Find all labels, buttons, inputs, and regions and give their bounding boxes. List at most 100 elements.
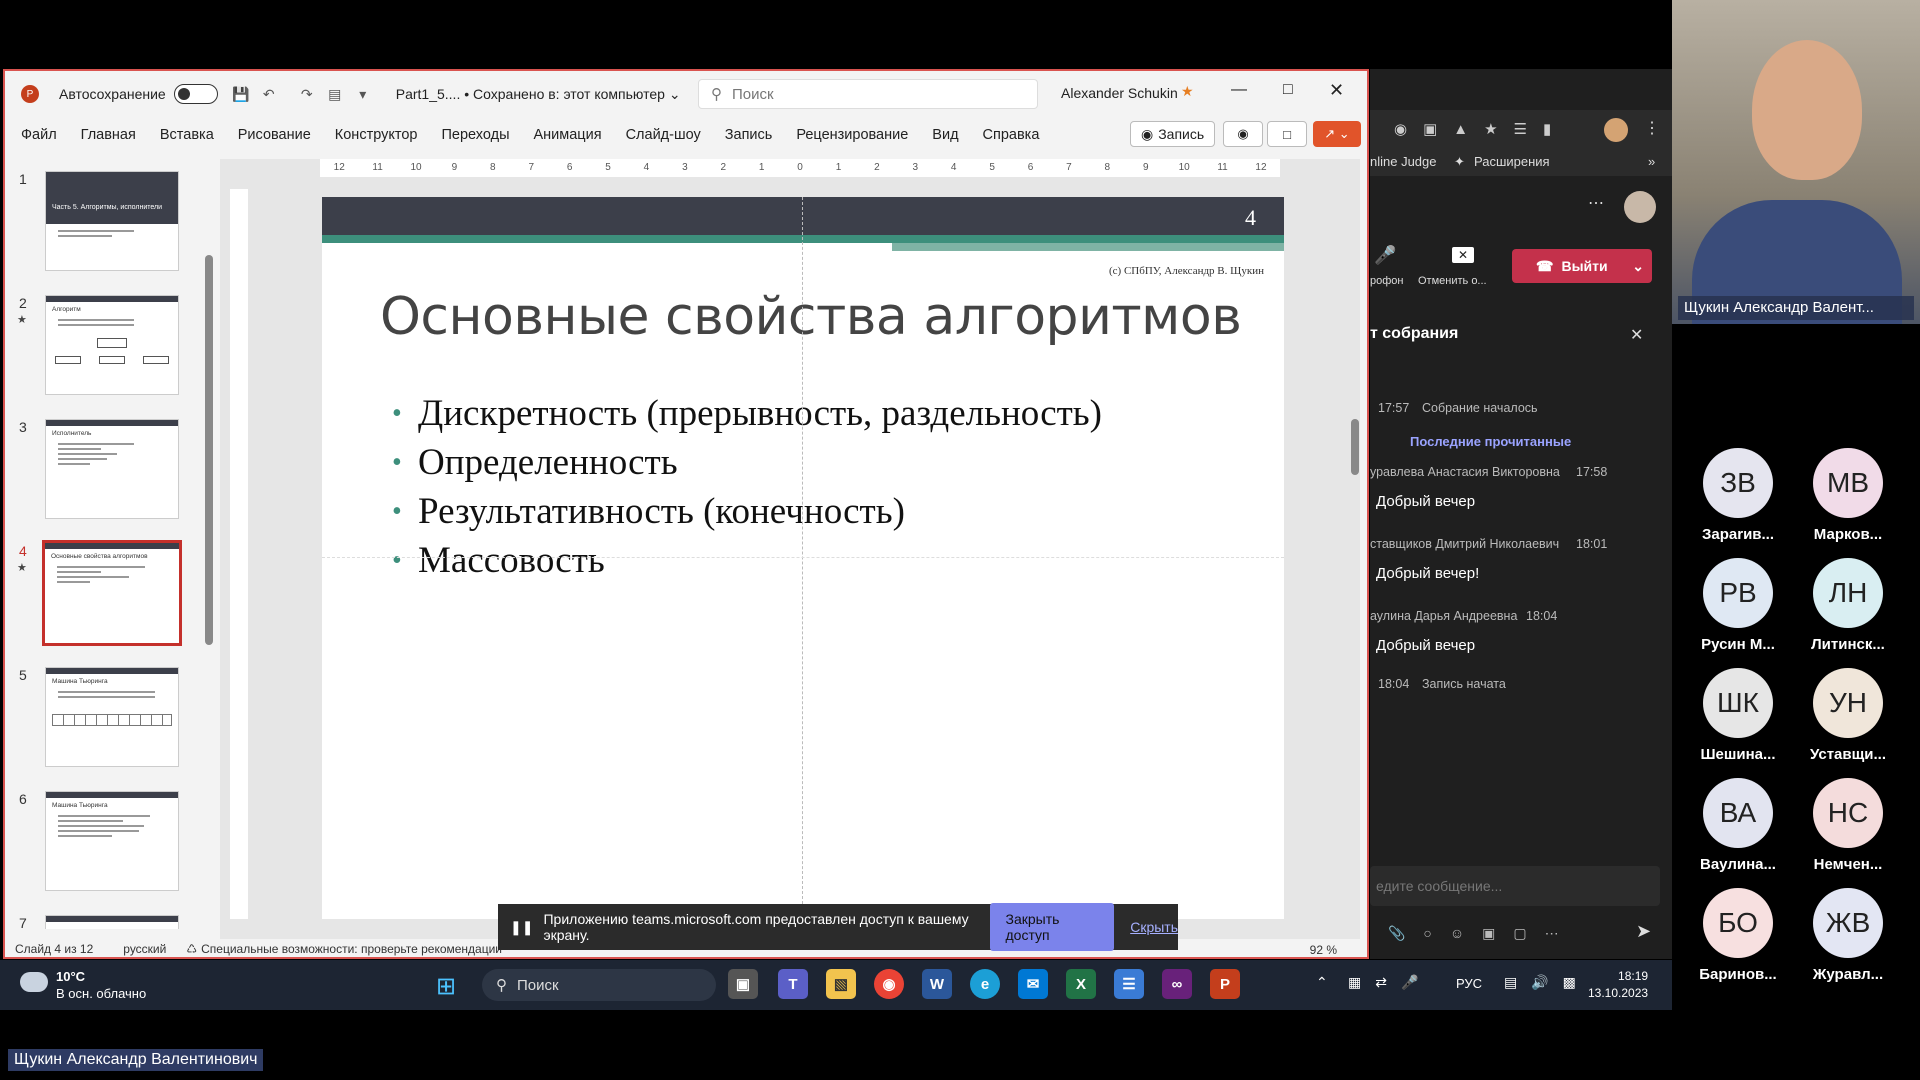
thumbnail-scrollbar[interactable] (205, 255, 213, 645)
maximize-icon[interactable]: □ (1283, 81, 1293, 99)
notepad-icon[interactable]: ☰ (1114, 969, 1144, 999)
share-button[interactable]: ↗ ⌄ (1313, 121, 1361, 147)
participant-tile[interactable]: ВА Ваулина... (1676, 778, 1786, 888)
language-status[interactable]: русский (123, 942, 166, 956)
profile-avatar[interactable] (1604, 118, 1628, 142)
participant-tile[interactable]: ЛН Литинск... (1786, 558, 1896, 668)
user-name[interactable]: Alexander Schukin (1061, 85, 1178, 101)
camera-button[interactable]: ◉ (1223, 121, 1263, 147)
tab-record[interactable]: Запись (713, 127, 785, 143)
task-view-icon[interactable]: ▣ (728, 969, 758, 999)
thumbnail-row[interactable]: 3 Исполнитель (5, 419, 205, 529)
accessibility-status[interactable]: Специальные возможности: проверьте реком… (201, 942, 502, 956)
slide-thumbnail[interactable]: Часть 5. Алгоритмы, исполнители (45, 171, 179, 271)
participant-tile[interactable]: БО Баринов... (1676, 888, 1786, 998)
tray-chevron-icon[interactable]: ⌃ (1316, 974, 1328, 991)
thumbnail-row[interactable]: 5 Машина Тьюринга (5, 667, 205, 777)
current-slide[interactable]: 4 (с) СПбПУ, Александр В. Щукин Основные… (322, 197, 1284, 919)
tab-transitions[interactable]: Переходы (429, 127, 521, 143)
bookmark-online-judge[interactable]: nline Judge (1370, 154, 1437, 169)
slide-thumbnail-selected[interactable]: Основные свойства алгоритмов (42, 540, 182, 646)
tab-design[interactable]: Конструктор (323, 127, 430, 143)
slide-thumbnail[interactable]: Алгоритм (45, 295, 179, 395)
bookmarks-more-icon[interactable]: » (1648, 154, 1655, 169)
clock[interactable]: 18:19 13.10.2023 (1588, 968, 1648, 1002)
chevron-down-icon[interactable]: ⌄ (1632, 258, 1644, 275)
more-options-icon[interactable]: ⋯ (1588, 193, 1604, 213)
tab-slideshow[interactable]: Слайд-шоу (614, 127, 713, 143)
leave-button[interactable]: ☎ Выйти ⌄ (1512, 249, 1652, 283)
teams-icon[interactable]: T (778, 969, 808, 999)
thumbnail-row[interactable]: 7 (5, 915, 205, 929)
tab-review[interactable]: Рецензирование (784, 127, 920, 143)
participant-tile[interactable]: УН Уставщи... (1786, 668, 1896, 778)
participant-tile[interactable]: ЗВ Заparив... (1676, 448, 1786, 558)
network-volume-icons[interactable]: ▤🔊▩ (1504, 974, 1590, 991)
slide-thumbnail[interactable] (45, 915, 179, 929)
send-icon[interactable]: ➤ (1636, 921, 1651, 942)
excel-icon[interactable]: X (1066, 969, 1096, 999)
weather-widget[interactable]: 10°C В осн. облачно (56, 968, 146, 1002)
redo-icon[interactable]: ↷ (298, 85, 316, 103)
minimize-icon[interactable]: — (1231, 81, 1247, 99)
input-language[interactable]: РУС (1456, 976, 1482, 991)
taskbar-search[interactable]: ⚲ Поиск (482, 969, 716, 1001)
present-icon[interactable]: ▤ (326, 85, 344, 103)
edge-icon[interactable]: e (970, 969, 1000, 999)
scrollbar-thumb[interactable] (1351, 419, 1359, 475)
slide-thumbnail[interactable]: Машина Тьюринга (45, 667, 179, 767)
tab-home[interactable]: Главная (69, 127, 148, 143)
editor-scrollbar[interactable] (1348, 159, 1362, 919)
tab-animations[interactable]: Анимация (522, 127, 614, 143)
thumbnail-row[interactable]: 1 Часть 5. Алгоритмы, исполнители (5, 171, 205, 281)
undo-icon[interactable]: ↶ (260, 85, 278, 103)
tab-view[interactable]: Вид (920, 127, 970, 143)
search-input[interactable]: ⚲ Поиск (698, 79, 1038, 109)
windows-start-icon[interactable]: ⊞ (436, 972, 456, 1001)
slide-thumbnail[interactable]: Машина Тьюринга (45, 791, 179, 891)
customize-toolbar-icon[interactable]: ▾ (354, 85, 372, 103)
thumbnail-row-selected[interactable]: 4 ★ Основные свойства алгоритмов (5, 540, 205, 653)
thumbnail-row[interactable]: 2 ★ Алгоритм (5, 295, 205, 405)
presenter-video[interactable]: Щукин Александр Валент... (1672, 0, 1920, 324)
browser-menu-icon[interactable]: ⋮ (1644, 118, 1660, 138)
visual-studio-icon[interactable]: ∞ (1162, 969, 1192, 999)
zoom-level[interactable]: 92 % (1310, 943, 1337, 957)
chat-message-input[interactable]: едите сообщение... (1370, 866, 1660, 906)
designer-icon[interactable]: ★ (1181, 83, 1194, 100)
slide-bullet-list[interactable]: Дискретность (прерывность, раздельность)… (392, 389, 1102, 585)
thumbnail-row[interactable]: 6 Машина Тьюринга (5, 791, 205, 901)
tray-icons[interactable]: ▦⇄🎤 (1348, 974, 1432, 991)
file-explorer-icon[interactable]: ▧ (826, 969, 856, 999)
file-title[interactable]: Part1_5.... • Сохранено в: этот компьюте… (396, 86, 665, 102)
save-icon[interactable]: 💾 (232, 85, 250, 103)
powerpoint-icon[interactable]: P (1210, 969, 1240, 999)
chevron-down-icon[interactable]: ⌄ (669, 86, 681, 103)
slide-title[interactable]: Основные свойства алгоритмов (380, 287, 1242, 347)
browser-extension-icons[interactable]: ◉▣▲★☰▮ (1394, 120, 1567, 138)
hide-link[interactable]: Скрыть (1130, 919, 1178, 935)
tab-draw[interactable]: Рисование (226, 127, 323, 143)
autosave-toggle[interactable] (173, 84, 218, 104)
slide-thumbnail[interactable]: Исполнитель (45, 419, 179, 519)
participant-tile[interactable]: ЖВ Журавл... (1786, 888, 1896, 998)
close-icon[interactable]: ✕ (1329, 80, 1344, 101)
close-chat-icon[interactable]: ✕ (1630, 325, 1643, 345)
tab-file[interactable]: Файл (5, 127, 69, 143)
participant-tile[interactable]: НС Немчен... (1786, 778, 1896, 888)
participant-tile[interactable]: РВ Русин М... (1676, 558, 1786, 668)
user-avatar[interactable] (1624, 191, 1656, 223)
stop-share-icon[interactable]: ✕ (1452, 247, 1474, 263)
word-icon[interactable]: W (922, 969, 952, 999)
chat-toolbar-icons[interactable]: 📎○☺▣▢⋯ (1388, 925, 1577, 942)
record-button[interactable]: ◉ Запись (1130, 121, 1216, 147)
mail-icon[interactable]: ✉ (1018, 969, 1048, 999)
chrome-icon[interactable]: ◉ (874, 969, 904, 999)
tab-help[interactable]: Справка (971, 127, 1052, 143)
participant-tile[interactable]: МВ Марков... (1786, 448, 1896, 558)
tab-insert[interactable]: Вставка (148, 127, 226, 143)
microphone-icon[interactable]: 🎤 (1374, 245, 1396, 266)
bookmark-extensions[interactable]: Расширения (1474, 154, 1550, 169)
close-access-button[interactable]: Закрыть доступ (989, 903, 1115, 951)
comments-button[interactable]: □ (1267, 121, 1307, 147)
